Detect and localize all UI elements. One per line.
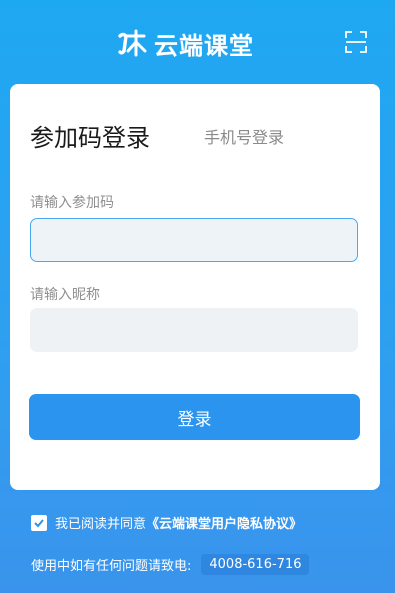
app-header: 云端课堂: [0, 0, 395, 84]
tab-phone-login[interactable]: 手机号登录: [204, 124, 284, 148]
help-phone-number[interactable]: 4008-616-716: [201, 554, 310, 575]
agreement-checkbox[interactable]: [31, 514, 47, 531]
app-name: 云端课堂: [154, 31, 254, 60]
help-text: 使用中如有任何问题请致电:: [31, 559, 192, 574]
app-logo: 云端课堂: [116, 26, 254, 60]
tab-code-login[interactable]: 参加码登录: [30, 118, 150, 153]
privacy-policy-link[interactable]: 《云端课堂用户隐私协议》: [146, 513, 302, 532]
help-row: 使用中如有任何问题请致电: 4008-616-716: [31, 554, 310, 575]
login-card: 参加码登录 手机号登录 请输入参加码 请输入昵称 登录: [10, 84, 380, 490]
code-input[interactable]: [30, 218, 358, 262]
check-icon: [34, 518, 44, 527]
nickname-input[interactable]: [30, 308, 358, 352]
login-button[interactable]: 登录: [29, 394, 360, 440]
agreement-text: 我已阅读并同意: [55, 517, 147, 532]
code-field-label: 请输入参加码: [30, 195, 114, 211]
scan-icon[interactable]: [345, 31, 367, 53]
nickname-field-label: 请输入昵称: [30, 287, 100, 303]
cloud-classroom-logo-icon: [118, 29, 147, 57]
agreement-row: 我已阅读并同意 《云端课堂用户隐私协议》: [31, 513, 302, 532]
